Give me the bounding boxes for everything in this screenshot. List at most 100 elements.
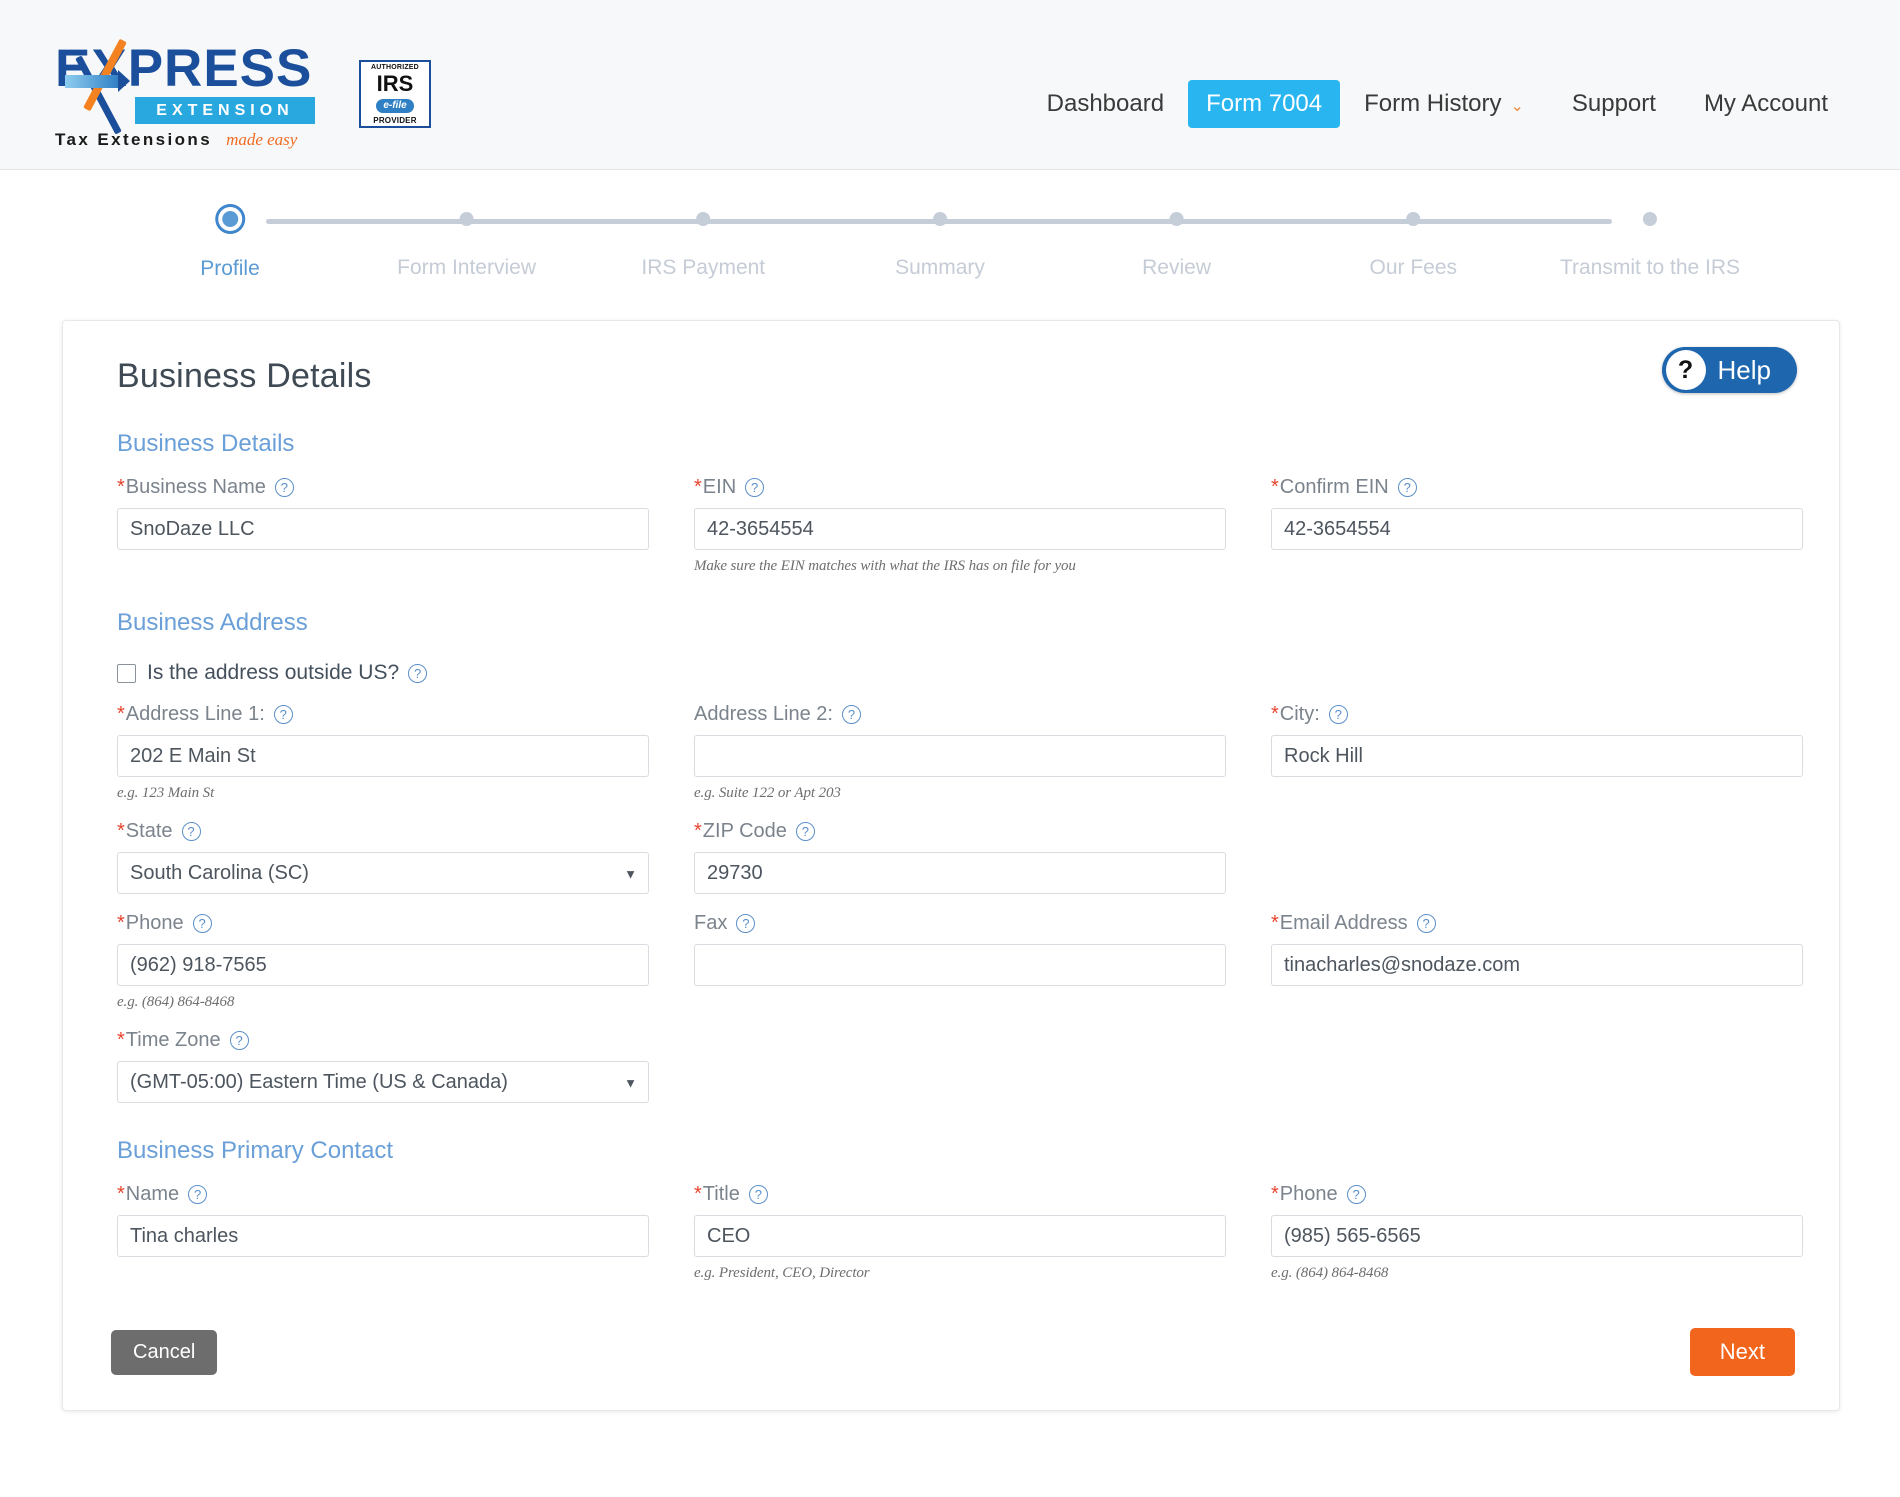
- time-zone-spacer-1: [694, 1029, 1226, 1103]
- row-primary-contact: *Name ? *Title ? e.g. President, CEO, Di…: [99, 1183, 1803, 1282]
- label-address-line-2: Address Line 2: ?: [694, 703, 1226, 726]
- label-text-business-name: Business Name: [125, 476, 266, 498]
- label-business-name: * Business Name ?: [117, 476, 649, 499]
- help-tooltip-icon[interactable]: ?: [1346, 1185, 1366, 1204]
- phone-input[interactable]: [117, 944, 649, 986]
- step-summary[interactable]: Summary: [895, 210, 985, 280]
- label-text-address-line-2: Address Line 2:: [694, 703, 833, 725]
- nav-item-form-7004[interactable]: Form 7004: [1188, 80, 1341, 128]
- logo-tagline-primary: Tax Extensions: [55, 130, 213, 149]
- contact-title-input[interactable]: [694, 1215, 1226, 1257]
- time-zone-select-wrap[interactable]: ▼: [117, 1061, 649, 1103]
- label-text-contact-name: Name: [125, 1183, 180, 1205]
- required-asterisk: *: [117, 1029, 125, 1051]
- step-dot-summary: [932, 212, 947, 226]
- row-address-line: *Address Line 1: ? e.g. 123 Main St Addr…: [99, 703, 1803, 802]
- address-line-1-input[interactable]: [117, 735, 649, 777]
- hint-address-line-1: e.g. 123 Main St: [117, 785, 215, 801]
- field-business-name: * Business Name ?: [117, 476, 649, 575]
- nav-item-my-account[interactable]: My Account: [1680, 90, 1852, 118]
- field-city: * City: ?: [1271, 703, 1803, 802]
- help-tooltip-icon[interactable]: ?: [745, 478, 765, 497]
- step-label-profile: Profile: [200, 257, 260, 280]
- row-time-zone: *Time Zone ? ▼: [99, 1029, 1803, 1103]
- fax-input[interactable]: [694, 944, 1226, 986]
- state-select-wrap[interactable]: ▼: [117, 852, 649, 894]
- field-fax: Fax ?: [694, 912, 1226, 1011]
- step-label-summary: Summary: [895, 256, 985, 279]
- badge-authorized-text: AUTHORIZED: [371, 64, 419, 71]
- row-business-details: *Business Name ? *EIN ? Make sure the EI…: [99, 476, 1803, 575]
- help-button-label: Help: [1717, 354, 1771, 385]
- field-state-zip-spacer: [1271, 820, 1803, 894]
- field-address-line-2: Address Line 2: ? e.g. Suite 122 or Apt …: [694, 703, 1226, 802]
- help-tooltip-icon[interactable]: ?: [408, 663, 428, 683]
- help-tooltip-icon[interactable]: ?: [274, 478, 294, 497]
- field-confirm-ein: * Confirm EIN ?: [1271, 476, 1803, 575]
- address-line-2-input[interactable]: [694, 735, 1226, 777]
- help-button[interactable]: ? Help: [1661, 347, 1797, 393]
- time-zone-select[interactable]: [117, 1061, 649, 1103]
- next-button[interactable]: Next: [1689, 1328, 1795, 1376]
- email-address-input[interactable]: [1271, 944, 1803, 986]
- required-asterisk: *: [117, 820, 125, 842]
- help-tooltip-icon[interactable]: ?: [229, 1031, 249, 1050]
- label-text-state: State: [125, 820, 173, 842]
- help-tooltip-icon[interactable]: ?: [748, 1185, 768, 1204]
- time-zone-spacer-2: [1271, 1029, 1803, 1103]
- nav-item-form-history-label: Form History: [1364, 90, 1502, 117]
- outside-us-checkbox-row[interactable]: Is the address outside US? ?: [117, 661, 1803, 685]
- step-profile[interactable]: Profile: [200, 210, 260, 281]
- hint-address-line-2: e.g. Suite 122 or Apt 203: [694, 785, 841, 801]
- cancel-button[interactable]: Cancel: [111, 1329, 218, 1375]
- label-phone: * Phone ?: [117, 912, 649, 935]
- step-review[interactable]: Review: [1142, 210, 1211, 280]
- label-text-phone: Phone: [125, 912, 184, 934]
- step-transmit-to-irs[interactable]: Transmit to the IRS: [1560, 210, 1740, 280]
- step-dot-our-fees: [1406, 212, 1421, 226]
- required-asterisk: *: [1271, 912, 1279, 934]
- logo-arrow-icon: [65, 70, 130, 92]
- outside-us-checkbox[interactable]: [117, 663, 136, 683]
- irs-efile-provider-badge: AUTHORIZED IRS e-file PROVIDER: [359, 60, 431, 128]
- section-title-business-primary-contact: Business Primary Contact: [117, 1137, 394, 1164]
- logo-extension-bar: EXTENSION: [135, 97, 315, 124]
- help-tooltip-icon[interactable]: ?: [188, 1185, 208, 1204]
- help-tooltip-icon[interactable]: ?: [1416, 914, 1436, 933]
- field-contact-name: * Name ?: [117, 1183, 649, 1282]
- help-tooltip-icon[interactable]: ?: [795, 822, 815, 841]
- label-ein: * EIN ?: [694, 476, 1226, 499]
- help-tooltip-icon[interactable]: ?: [273, 705, 293, 724]
- help-tooltip-icon[interactable]: ?: [192, 914, 212, 933]
- brand-logo[interactable]: EXPRESS EXTENSION Tax Extensions made ea…: [55, 38, 431, 149]
- contact-name-input[interactable]: [117, 1215, 649, 1257]
- help-tooltip-icon[interactable]: ?: [181, 822, 201, 841]
- help-tooltip-icon[interactable]: ?: [841, 705, 861, 724]
- nav-item-form-history[interactable]: Form History ⌄: [1340, 90, 1548, 118]
- step-form-interview[interactable]: Form Interview: [397, 210, 536, 280]
- required-asterisk: *: [117, 912, 125, 934]
- hint-phone: e.g. (864) 864-8468: [117, 994, 235, 1010]
- help-tooltip-icon[interactable]: ?: [1328, 705, 1348, 724]
- nav-item-support[interactable]: Support: [1548, 90, 1680, 118]
- business-name-input[interactable]: [117, 508, 649, 550]
- field-email-address: * Email Address ?: [1271, 912, 1803, 1011]
- logo-extension-text: EXTENSION: [156, 101, 294, 119]
- label-text-email-address: Email Address: [1279, 912, 1408, 934]
- state-select[interactable]: [117, 852, 649, 894]
- help-tooltip-icon[interactable]: ?: [736, 914, 756, 933]
- nav-item-dashboard[interactable]: Dashboard: [1023, 90, 1188, 118]
- help-tooltip-icon[interactable]: ?: [1397, 478, 1417, 497]
- contact-phone-input[interactable]: [1271, 1215, 1803, 1257]
- step-our-fees[interactable]: Our Fees: [1370, 210, 1457, 280]
- confirm-ein-input[interactable]: [1271, 508, 1803, 550]
- label-text-ein: EIN: [702, 476, 737, 498]
- ein-input[interactable]: [694, 508, 1226, 550]
- label-fax: Fax ?: [694, 912, 1226, 935]
- step-dot-irs-payment: [696, 212, 711, 226]
- step-irs-payment[interactable]: IRS Payment: [641, 210, 765, 280]
- field-zip-code: * ZIP Code ?: [694, 820, 1226, 894]
- city-input[interactable]: [1271, 735, 1803, 777]
- required-asterisk: *: [1271, 703, 1279, 725]
- zip-code-input[interactable]: [694, 852, 1226, 894]
